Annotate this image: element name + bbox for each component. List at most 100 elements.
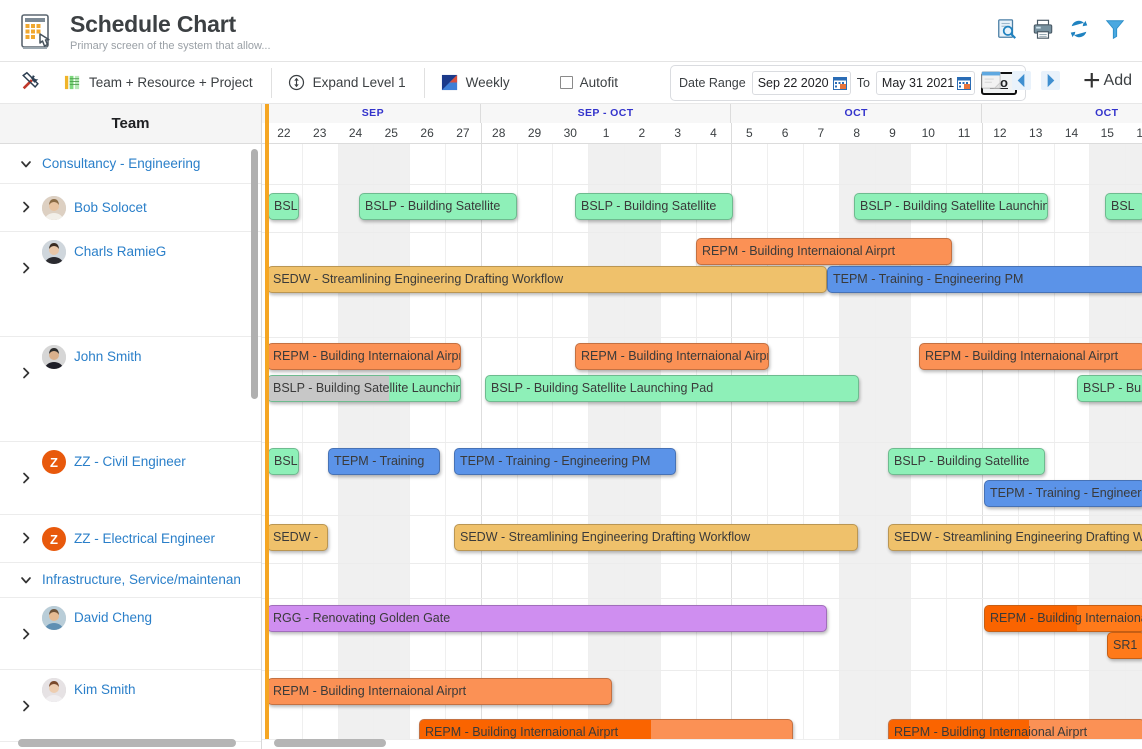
chevron-right-icon[interactable] xyxy=(18,470,34,486)
prev-period-button[interactable] xyxy=(1012,71,1031,90)
gantt-task-label: REPM - Building Internaional Airprt xyxy=(894,725,1087,739)
grouping-icon xyxy=(64,74,81,91)
gantt-task-bar[interactable]: TEPM - Training - Engineeri xyxy=(984,480,1142,507)
grid-column-line xyxy=(409,144,410,749)
today-marker xyxy=(265,104,269,749)
gantt-task-bar[interactable]: REPM - Building Internaional xyxy=(984,605,1142,632)
add-button[interactable]: + Add xyxy=(1083,68,1132,94)
plus-icon: + xyxy=(1083,68,1101,94)
sidebar-row-john-smith[interactable]: John Smith xyxy=(0,337,261,442)
chevron-right-icon[interactable] xyxy=(18,626,34,642)
header-titles: Schedule Chart Primary screen of the sys… xyxy=(70,10,271,53)
expand-level-selector[interactable]: Expand Level 1 xyxy=(288,68,425,98)
gantt-task-bar[interactable]: BSLP xyxy=(268,448,299,475)
next-period-button[interactable] xyxy=(1041,71,1060,90)
sidebar-row-content: ZZZ - Civil Engineer xyxy=(42,450,186,474)
gantt-task-bar[interactable]: SEDW - xyxy=(267,524,328,551)
grid-row-line xyxy=(262,232,1142,233)
timeline-day: 10 xyxy=(910,123,946,143)
sidebar-vertical-scrollbar[interactable] xyxy=(251,149,258,399)
chevron-right-icon[interactable] xyxy=(18,698,34,714)
grid-column-line xyxy=(1054,144,1055,749)
timeline-day: 8 xyxy=(839,123,875,143)
expand-level-label: Expand Level 1 xyxy=(313,75,406,90)
chevron-right-icon[interactable] xyxy=(18,260,34,276)
sidebar-row-charls-ramieg[interactable]: Charls RamieG xyxy=(0,232,261,337)
gantt-task-bar[interactable]: BSLP - Building Satellite Launching xyxy=(267,375,461,402)
gantt-task-bar[interactable]: BSL xyxy=(1105,193,1142,220)
header-action-icons xyxy=(996,18,1126,40)
timeline-day: 12 xyxy=(982,123,1018,143)
print-icon[interactable] xyxy=(1032,18,1054,40)
avatar xyxy=(42,606,66,630)
sidebar-row-label: ZZ - Civil Engineer xyxy=(74,453,186,471)
gantt-task-bar[interactable]: REPM - Building Internaional Airprt xyxy=(575,343,769,370)
gantt-task-bar[interactable]: BSLP xyxy=(268,193,299,220)
chevron-right-icon[interactable] xyxy=(18,530,34,546)
gantt-task-bar[interactable]: BSLP - Building Satellite xyxy=(359,193,517,220)
autofit-checkbox-box[interactable] xyxy=(560,76,573,89)
grouping-selector[interactable]: Team + Resource + Project xyxy=(64,68,272,98)
calendar-from-icon[interactable] xyxy=(833,76,847,90)
timeline-day: 16 xyxy=(1125,123,1142,143)
gantt-task-bar[interactable]: BSLP - Building Satellite xyxy=(575,193,733,220)
sidebar-row-consultancy-engineering[interactable]: Consultancy - Engineering xyxy=(0,144,261,184)
gantt-task-bar[interactable]: SEDW - Streamlining Engineering Drafting… xyxy=(267,266,827,293)
schedule-chart-icon xyxy=(18,12,58,52)
gantt-task-bar[interactable]: REPM - Building Internaional Airprt xyxy=(696,238,952,265)
sidebar-row-infrastructure-service[interactable]: Infrastructure, Service/maintenan xyxy=(0,563,261,598)
date-to-input[interactable] xyxy=(882,76,954,90)
gantt-task-bar[interactable]: SEDW - Streamlining Engineering Drafting… xyxy=(454,524,858,551)
autofit-checkbox[interactable]: Autofit xyxy=(560,75,618,90)
team-sidebar: Team Consultancy - EngineeringBob Soloce… xyxy=(0,104,262,749)
sidebar-row-zz-electrical-engineer[interactable]: ZZZ - Electrical Engineer xyxy=(0,515,261,563)
gantt-task-bar[interactable]: SEDW - Streamlining Engineering Drafting… xyxy=(888,524,1142,551)
gantt-task-bar[interactable]: BSLP - Building Satellite Launching Pad xyxy=(485,375,859,402)
gantt-task-bar[interactable]: BSLP - Building Satellite xyxy=(888,448,1045,475)
chevron-down-icon[interactable] xyxy=(18,156,34,172)
sidebar-row-bob-solocet[interactable]: Bob Solocet xyxy=(0,184,261,232)
gantt-task-bar[interactable]: BSLP - Building Satellite Launching xyxy=(854,193,1048,220)
gantt-horizontal-scrollbar[interactable] xyxy=(274,739,386,747)
gantt-task-label: REPM - Building Internaional Airprt xyxy=(425,725,618,739)
chevron-down-icon[interactable] xyxy=(18,572,34,588)
calendar-to-icon[interactable] xyxy=(957,76,971,90)
gantt-task-bar[interactable]: TEPM - Training xyxy=(328,448,440,475)
page-subtitle: Primary screen of the system that allow.… xyxy=(70,39,271,53)
preview-icon[interactable] xyxy=(996,18,1018,40)
page-header: Schedule Chart Primary screen of the sys… xyxy=(0,0,1142,62)
tools-icon[interactable] xyxy=(20,70,64,95)
date-from-field[interactable] xyxy=(752,71,851,95)
gantt-task-bar[interactable]: SR1 xyxy=(1107,632,1142,659)
date-to-field[interactable] xyxy=(876,71,975,95)
gantt-task-label: TEPM - Training - Engineering PM xyxy=(833,272,1023,286)
gantt-task-label: SEDW - xyxy=(273,530,318,544)
timeline-day: 15 xyxy=(1089,123,1125,143)
zoom-level-selector[interactable]: Weekly xyxy=(441,68,528,98)
gantt-task-bar[interactable]: REPM - Building Internaional Airprt xyxy=(919,343,1142,370)
sidebar-row-zz-civil-engineer[interactable]: ZZZ - Civil Engineer xyxy=(0,442,261,515)
sidebar-horizontal-scrollbar[interactable] xyxy=(18,739,236,747)
sidebar-row-content: David Cheng xyxy=(42,606,152,630)
gantt-task-bar[interactable]: TEPM - Training - Engineering PM xyxy=(827,266,1142,293)
sidebar-row-david-cheng[interactable]: David Cheng xyxy=(0,598,261,670)
gantt-task-bar[interactable]: REPM - Building Internaional Airprt xyxy=(267,343,461,370)
gantt-chart: SEPSEP - OCTOCTOCTOCT 222324252627282930… xyxy=(262,104,1142,749)
zoom-level-label: Weekly xyxy=(466,75,510,90)
refresh-icon[interactable] xyxy=(1068,18,1090,40)
gantt-task-bar[interactable]: REPM - Building Internaional Airprt xyxy=(267,678,612,705)
sidebar-row-kim-smith[interactable]: Kim Smith xyxy=(0,670,261,742)
date-from-input[interactable] xyxy=(758,76,830,90)
grid-column-line xyxy=(839,144,840,749)
notes-icon[interactable] xyxy=(980,70,1002,90)
gantt-task-bar[interactable]: RGG - Renovating Golden Gate xyxy=(267,605,827,632)
chevron-right-icon[interactable] xyxy=(18,365,34,381)
grid-column-line xyxy=(302,144,303,749)
timeline-day: 14 xyxy=(1054,123,1090,143)
sidebar-row-content: ZZZ - Electrical Engineer xyxy=(42,527,215,551)
sidebar-row-label: Consultancy - Engineering xyxy=(42,155,200,173)
gantt-task-bar[interactable]: TEPM - Training - Engineering PM xyxy=(454,448,676,475)
chevron-right-icon[interactable] xyxy=(18,199,34,215)
gantt-task-bar[interactable]: BSLP - Bu xyxy=(1077,375,1142,402)
filter-icon[interactable] xyxy=(1104,18,1126,40)
